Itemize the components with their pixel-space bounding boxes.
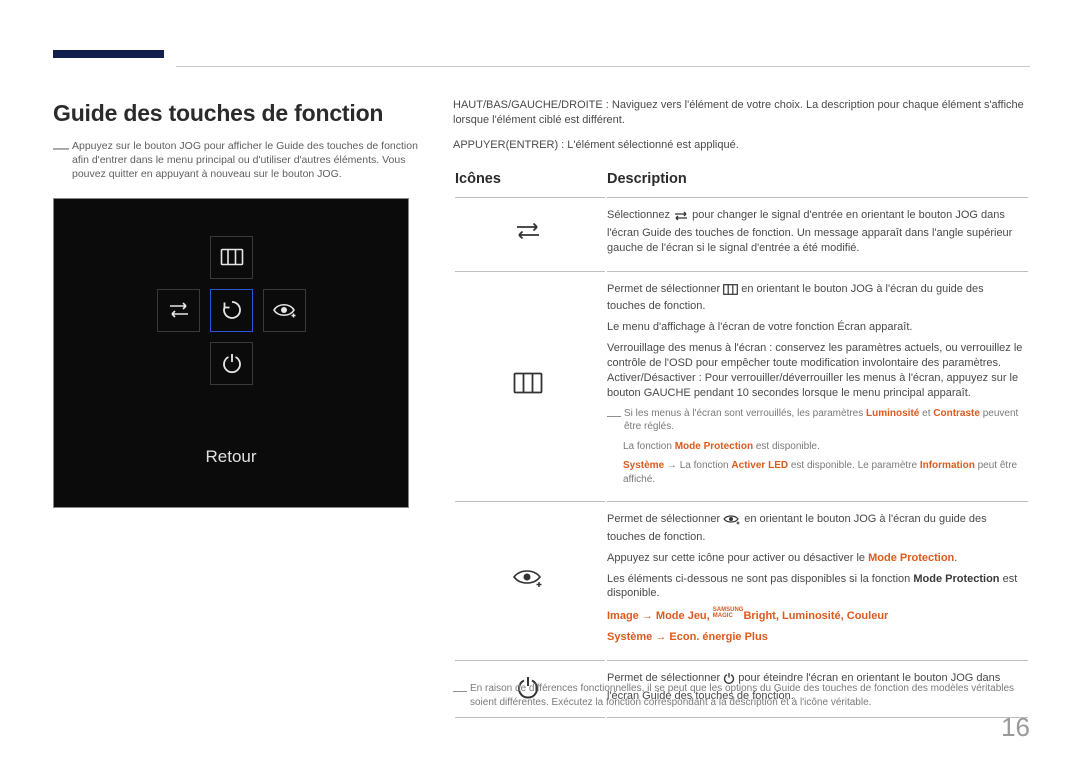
eye-plus-icon: [512, 568, 544, 588]
panel-source-button: [157, 289, 200, 332]
eye-plus-icon: [272, 301, 298, 319]
panel-return-button: [210, 289, 253, 332]
subnote: ― Si les menus à l'écran sont verrouillé…: [607, 407, 1024, 434]
left-column: Guide des touches de fonction ― Appuyez …: [53, 98, 433, 508]
intro-note-text: Appuyez sur le bouton JOG pour afficher …: [72, 139, 433, 182]
panel-power-button: [210, 342, 253, 385]
table-row: Permet de sélectionner en orientant le b…: [455, 271, 1028, 499]
panel-eye-saver-button: [263, 289, 306, 332]
samsung-magic-badge: SAMSUNGMAGIC: [713, 607, 744, 619]
row2-desc: Permet de sélectionner en orientant le b…: [607, 271, 1028, 499]
row1-icon-cell: [455, 197, 605, 269]
page-number: 16: [1001, 710, 1030, 745]
eye-plus-icon: [723, 514, 741, 530]
th-icons: Icônes: [455, 165, 605, 196]
table-header-row: Icônes Description: [455, 165, 1028, 196]
row1-desc: Sélectionnez pour changer le signal d'en…: [607, 197, 1028, 269]
intro-block: HAUT/BAS/GAUCHE/DROITE : Naviguez vers l…: [453, 98, 1030, 153]
row3-icon-cell: [455, 501, 605, 658]
subnote: Système → La fonction Activer LED est di…: [607, 459, 1024, 486]
menu-icon: [513, 372, 543, 394]
th-description: Description: [607, 165, 1028, 196]
em-dash-icon: ―: [53, 139, 72, 182]
return-icon: [221, 299, 243, 321]
header-accent: [53, 50, 164, 58]
source-icon: [673, 211, 689, 226]
page-title: Guide des touches de fonction: [53, 98, 433, 129]
power-icon: [221, 352, 243, 374]
subnote: La fonction Mode Protection est disponib…: [607, 440, 1024, 454]
source-icon: [514, 221, 542, 241]
row2-icon-cell: [455, 271, 605, 499]
menu-icon: [723, 284, 738, 300]
intro-nav-text: HAUT/BAS/GAUCHE/DROITE : Naviguez vers l…: [453, 98, 1030, 128]
panel-retour-label: Retour: [54, 446, 408, 469]
function-key-panel: Retour: [53, 198, 409, 508]
icon-description-table: Icônes Description Sélectionnez pour cha…: [453, 163, 1030, 720]
footnote: ― En raison de différences fonctionnelle…: [453, 682, 1030, 709]
header-divider: [176, 66, 1030, 67]
em-dash-icon: ―: [453, 682, 470, 709]
panel-menu-button: [210, 236, 253, 279]
menu-icon: [220, 248, 244, 266]
table-row: Permet de sélectionner en orientant le b…: [455, 501, 1028, 658]
right-column: HAUT/BAS/GAUCHE/DROITE : Naviguez vers l…: [453, 98, 1030, 720]
em-dash-icon: ―: [607, 407, 624, 434]
table-row: Sélectionnez pour changer le signal d'en…: [455, 197, 1028, 269]
intro-note: ― Appuyez sur le bouton JOG pour affiche…: [53, 139, 433, 182]
row3-desc: Permet de sélectionner en orientant le b…: [607, 501, 1028, 658]
intro-enter-text: APPUYER(ENTRER) : L'élément sélectionné …: [453, 138, 1030, 153]
source-icon: [167, 300, 191, 320]
footnote-text: En raison de différences fonctionnelles,…: [470, 682, 1030, 709]
